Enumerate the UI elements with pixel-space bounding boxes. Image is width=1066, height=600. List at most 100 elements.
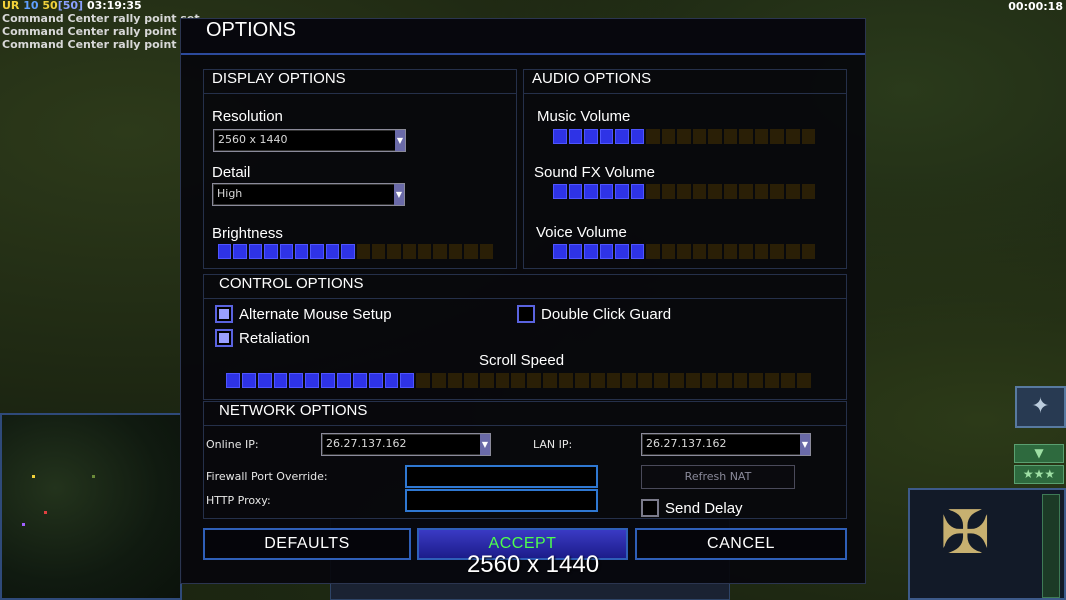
- chat-message: Command Center rally point set: [2, 38, 200, 51]
- slider-segment: [418, 244, 432, 259]
- slider-segment: [723, 244, 738, 259]
- slider-segment: [723, 184, 738, 199]
- slider-segment: [749, 373, 764, 388]
- resolution-select[interactable]: 2560 x 1440 ▼: [213, 129, 406, 152]
- capacity-text: [50]: [57, 0, 84, 12]
- chat-message: Command Center rally point set: [2, 25, 200, 38]
- scroll-speed-label: Scroll Speed: [479, 352, 565, 369]
- slider-segment: [717, 373, 732, 388]
- lan-ip-label: LAN IP:: [533, 438, 573, 451]
- slider-segment: [708, 244, 722, 259]
- chevron-down-icon[interactable]: ▼: [394, 184, 404, 205]
- http-proxy-label: HTTP Proxy:: [206, 494, 271, 507]
- slider-segment: [670, 373, 684, 388]
- slider-segment: [785, 129, 800, 144]
- slider-segment: [241, 373, 256, 388]
- brightness-label: Brightness: [212, 225, 283, 242]
- voice-volume-slider[interactable]: [553, 244, 816, 259]
- slider-segment: [384, 373, 399, 388]
- slider-segment: [226, 373, 240, 388]
- retaliation-checkbox[interactable]: [215, 329, 233, 347]
- slider-segment: [559, 373, 573, 388]
- firewall-port-label: Firewall Port Override:: [206, 470, 328, 483]
- slider-segment: [685, 373, 700, 388]
- satellite-icon[interactable]: ✦: [1015, 386, 1066, 428]
- slider-segment: [248, 244, 263, 259]
- match-timer: 00:00:18: [1008, 0, 1063, 13]
- slider-segment: [630, 129, 645, 144]
- slider-segment: [661, 244, 676, 259]
- slider-segment: [622, 373, 637, 388]
- resolution-label: Resolution: [212, 108, 283, 125]
- music-volume-slider[interactable]: [553, 129, 816, 144]
- slider-segment: [400, 373, 415, 388]
- hud-resources: UR 10 50[50] 03:19:35: [2, 0, 200, 12]
- slider-segment: [289, 373, 304, 388]
- section-title: DISPLAY OPTIONS: [204, 70, 516, 94]
- slider-segment: [553, 129, 567, 144]
- slider-segment: [356, 244, 370, 259]
- game-clock: 03:19:35: [86, 0, 142, 12]
- slider-segment: [646, 184, 660, 199]
- slider-segment: [599, 129, 614, 144]
- rank-buttons: ▼ ★★★: [1014, 444, 1064, 486]
- lan-ip-value: 26.27.137.162: [646, 437, 727, 450]
- slider-segment: [661, 184, 676, 199]
- slider-segment: [233, 244, 247, 259]
- slider-segment: [527, 373, 542, 388]
- voice-volume-label: Voice Volume: [536, 224, 627, 241]
- alt-mouse-checkbox[interactable]: [215, 305, 233, 323]
- stars-icon[interactable]: ★★★: [1014, 465, 1064, 484]
- slider-segment: [387, 244, 401, 259]
- slider-segment: [543, 373, 558, 388]
- lan-ip-select[interactable]: 26.27.137.162 ▼: [641, 433, 811, 456]
- slider-segment: [341, 244, 355, 259]
- slider-segment: [606, 373, 621, 388]
- detail-value: High: [217, 187, 243, 200]
- send-delay-checkbox[interactable]: [641, 499, 659, 517]
- chevron-down-icon[interactable]: ▼: [480, 434, 490, 455]
- scroll-speed-slider[interactable]: [226, 373, 811, 388]
- slider-segment: [584, 244, 598, 259]
- chevron-down-icon[interactable]: ▼: [800, 434, 810, 455]
- slider-segment: [402, 244, 417, 259]
- online-ip-select[interactable]: 26.27.137.162 ▼: [321, 433, 491, 456]
- slider-segment: [630, 244, 645, 259]
- chevron-down-icon[interactable]: ▼: [395, 130, 405, 151]
- slider-segment: [801, 184, 816, 199]
- slider-segment: [584, 184, 598, 199]
- slider-segment: [615, 244, 629, 259]
- slider-segment: [279, 244, 293, 259]
- firewall-port-input[interactable]: [405, 465, 598, 488]
- slider-segment: [754, 129, 769, 144]
- slider-segment: [584, 129, 598, 144]
- detail-select[interactable]: High ▼: [212, 183, 405, 206]
- slider-segment: [765, 373, 780, 388]
- sfx-volume-slider[interactable]: [553, 184, 816, 199]
- send-delay-label: Send Delay: [665, 500, 743, 517]
- faction-panel: ✠: [908, 488, 1066, 600]
- slider-segment: [325, 244, 340, 259]
- section-title: NETWORK OPTIONS: [204, 402, 846, 426]
- slider-segment: [785, 184, 800, 199]
- minimap-blip: [44, 511, 47, 514]
- slider-segment: [464, 244, 478, 259]
- slider-segment: [692, 129, 707, 144]
- online-ip-value: 26.27.137.162: [326, 437, 407, 450]
- slider-segment: [553, 244, 567, 259]
- double-click-guard-checkbox[interactable]: [517, 305, 535, 323]
- brightness-slider[interactable]: [218, 244, 494, 259]
- section-title: AUDIO OPTIONS: [524, 70, 846, 94]
- chevron-down-icon[interactable]: ▼: [1014, 444, 1064, 463]
- resolution-value: 2560 x 1440: [218, 133, 288, 146]
- refresh-nat-button[interactable]: Refresh NAT: [641, 465, 795, 489]
- slider-segment: [754, 244, 769, 259]
- slider-segment: [432, 373, 447, 388]
- slider-segment: [568, 244, 583, 259]
- slider-segment: [801, 244, 816, 259]
- slider-segment: [781, 373, 795, 388]
- http-proxy-input[interactable]: [405, 489, 598, 512]
- slider-segment: [294, 244, 309, 259]
- slider-segment: [479, 244, 494, 259]
- chat-message: Command Center rally point set: [2, 12, 200, 25]
